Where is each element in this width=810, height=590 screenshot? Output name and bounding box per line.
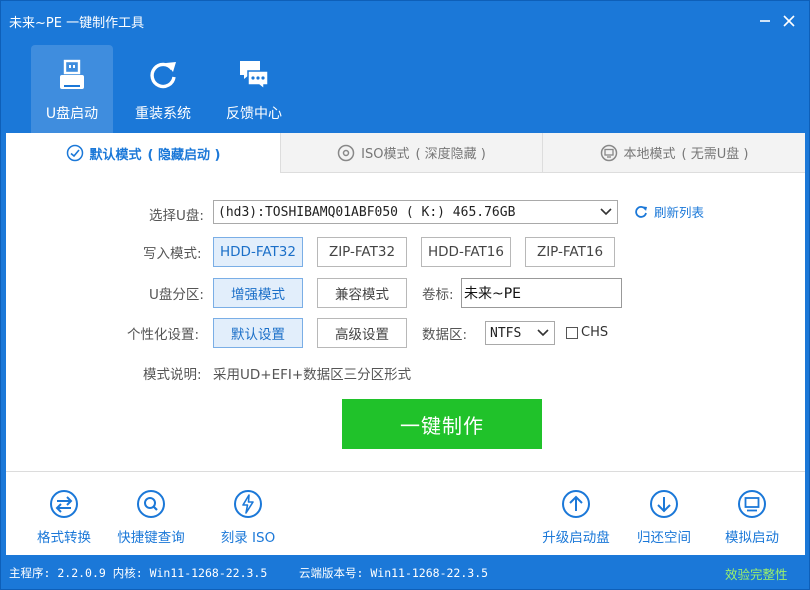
chs-label: CHS	[581, 325, 609, 340]
burn-icon	[234, 490, 262, 518]
advanced-settings-button[interactable]: 高级设置	[317, 318, 407, 348]
volume-input[interactable]: 未来~PE	[461, 278, 622, 308]
main-program-version: 主程序: 2.2.0.9 内核: Win11-1268-22.3.5	[9, 566, 268, 580]
chevron-down-icon	[600, 208, 612, 216]
tool-simulate-boot[interactable]: 模拟启动	[707, 489, 797, 549]
select-disk-label: 选择U盘:	[149, 208, 204, 224]
data-area-select[interactable]: NTFS	[485, 321, 555, 345]
mode-tabs: 默认模式 ( 隐藏启动 ) ISO模式 ( 深度隐藏 ) 本地模式 ( 无需U盘	[6, 133, 805, 173]
tool-shortcut-lookup[interactable]: 快捷键查询	[106, 489, 196, 549]
checkbox-box	[566, 326, 578, 339]
window-title: 未来~PE 一键制作工具	[9, 16, 145, 31]
tool-upgrade-boot-disk[interactable]: 升级启动盘	[531, 489, 621, 549]
default-settings-button[interactable]: 默认设置	[213, 318, 303, 348]
tab-default-mode[interactable]: 默认模式 ( 隐藏启动 )	[6, 133, 280, 173]
usb-drive-icon	[60, 59, 84, 89]
title-bar: 未来~PE 一键制作工具	[1, 1, 809, 41]
disk-select-value: (hd3):TOSHIBAMQ01ABF050 ( K:) 465.76GB	[218, 204, 516, 220]
tool-format-convert[interactable]: 格式转换	[19, 489, 109, 549]
write-mode-hdd-fat16[interactable]: HDD-FAT16	[421, 237, 511, 267]
nav-usb-boot[interactable]: U盘启动	[31, 45, 113, 133]
nav-feedback[interactable]: 反馈中心	[213, 45, 295, 133]
disk-select[interactable]: (hd3):TOSHIBAMQ01ABF050 ( K:) 465.76GB	[213, 200, 618, 224]
mode-desc-value: 采用UD+EFI+数据区三分区形式	[213, 367, 412, 383]
tool-restore-space-label: 归还空间	[637, 530, 691, 546]
partition-enhanced[interactable]: 增强模式	[213, 278, 303, 308]
simulate-icon	[738, 490, 766, 518]
monitor-icon	[600, 144, 617, 161]
tab-iso-mode[interactable]: ISO模式 ( 深度隐藏 )	[280, 133, 542, 173]
volume-label: 卷标:	[422, 287, 454, 303]
minimize-button[interactable]	[753, 9, 777, 33]
refresh-list-button[interactable]: 刷新列表	[634, 202, 704, 221]
refresh-icon	[635, 205, 647, 218]
nav-reinstall[interactable]: 重装系统	[122, 45, 204, 133]
tool-upgrade-boot-disk-label: 升级启动盘	[542, 530, 610, 546]
chs-checkbox[interactable]: CHS	[566, 325, 608, 340]
partition-label: U盘分区:	[149, 287, 204, 303]
nav-label-feedback: 反馈中心	[226, 106, 282, 122]
tool-simulate-boot-label: 模拟启动	[725, 530, 779, 546]
app-window: 未来~PE 一键制作工具 U盘启动 重装系统 反馈中心 默认模式 (隐藏启动 …	[0, 0, 810, 590]
write-mode-label: 写入模式:	[143, 246, 202, 262]
mode-desc-label: 模式说明:	[143, 367, 202, 383]
reinstall-icon	[150, 62, 176, 89]
tab-local-label: 本地模式	[623, 147, 676, 162]
tab-local-sub: ( 无需U盘 )	[681, 147, 749, 162]
chevron-down-icon	[537, 329, 549, 337]
one-click-make-button[interactable]: 一键制作	[342, 399, 542, 449]
tool-shortcut-lookup-label: 快捷键查询	[117, 530, 185, 546]
tool-burn-iso[interactable]: 刻录 ISO	[203, 489, 293, 549]
tab-default-sub: ( 隐藏启动 )	[147, 147, 221, 163]
tab-iso-sub: ( 深度隐藏 )	[415, 147, 486, 162]
upgrade-icon	[562, 490, 590, 518]
write-mode-hdd-fat32[interactable]: HDD-FAT32	[213, 237, 303, 267]
partition-compatible[interactable]: 兼容模式	[317, 278, 407, 308]
refresh-list-label: 刷新列表	[654, 205, 705, 220]
main-panel: 默认模式 ( 隐藏启动 ) ISO模式 ( 深度隐藏 ) 本地模式 ( 无需U盘	[6, 133, 805, 555]
tab-default-label: 默认模式	[89, 147, 142, 163]
close-icon	[783, 15, 795, 27]
personal-settings-label: 个性化设置:	[127, 327, 200, 343]
write-mode-zip-fat32[interactable]: ZIP-FAT32	[317, 237, 407, 267]
minimize-icon	[760, 20, 770, 22]
restore-space-icon	[650, 490, 678, 518]
verify-integrity-link[interactable]: 效验完整性	[725, 564, 788, 583]
cloud-version: 云端版本号: Win11-1268-22.3.5	[299, 566, 489, 580]
tab-iso-label: ISO模式	[361, 147, 410, 162]
chat-icon	[240, 61, 269, 91]
tab-local-mode[interactable]: 本地模式 ( 无需U盘 )	[542, 133, 805, 173]
status-bar: 主程序: 2.2.0.9 内核: Win11-1268-22.3.5 云端版本号…	[1, 557, 809, 589]
data-area-label: 数据区:	[422, 327, 468, 343]
tool-restore-space[interactable]: 归还空间	[619, 489, 709, 549]
search-icon	[137, 490, 165, 518]
write-mode-zip-fat16[interactable]: ZIP-FAT16	[525, 237, 615, 267]
divider	[6, 471, 805, 472]
check-circle-icon	[66, 144, 83, 162]
disc-icon	[337, 144, 355, 161]
convert-icon	[50, 490, 78, 518]
nav-label-reinstall: 重装系统	[135, 106, 191, 122]
close-button[interactable]	[777, 9, 801, 33]
tool-burn-iso-label: 刻录 ISO	[220, 530, 276, 546]
tool-format-convert-label: 格式转换	[37, 530, 91, 546]
nav-label-usb-boot: U盘启动	[45, 106, 99, 122]
data-area-value: NTFS	[490, 325, 522, 341]
